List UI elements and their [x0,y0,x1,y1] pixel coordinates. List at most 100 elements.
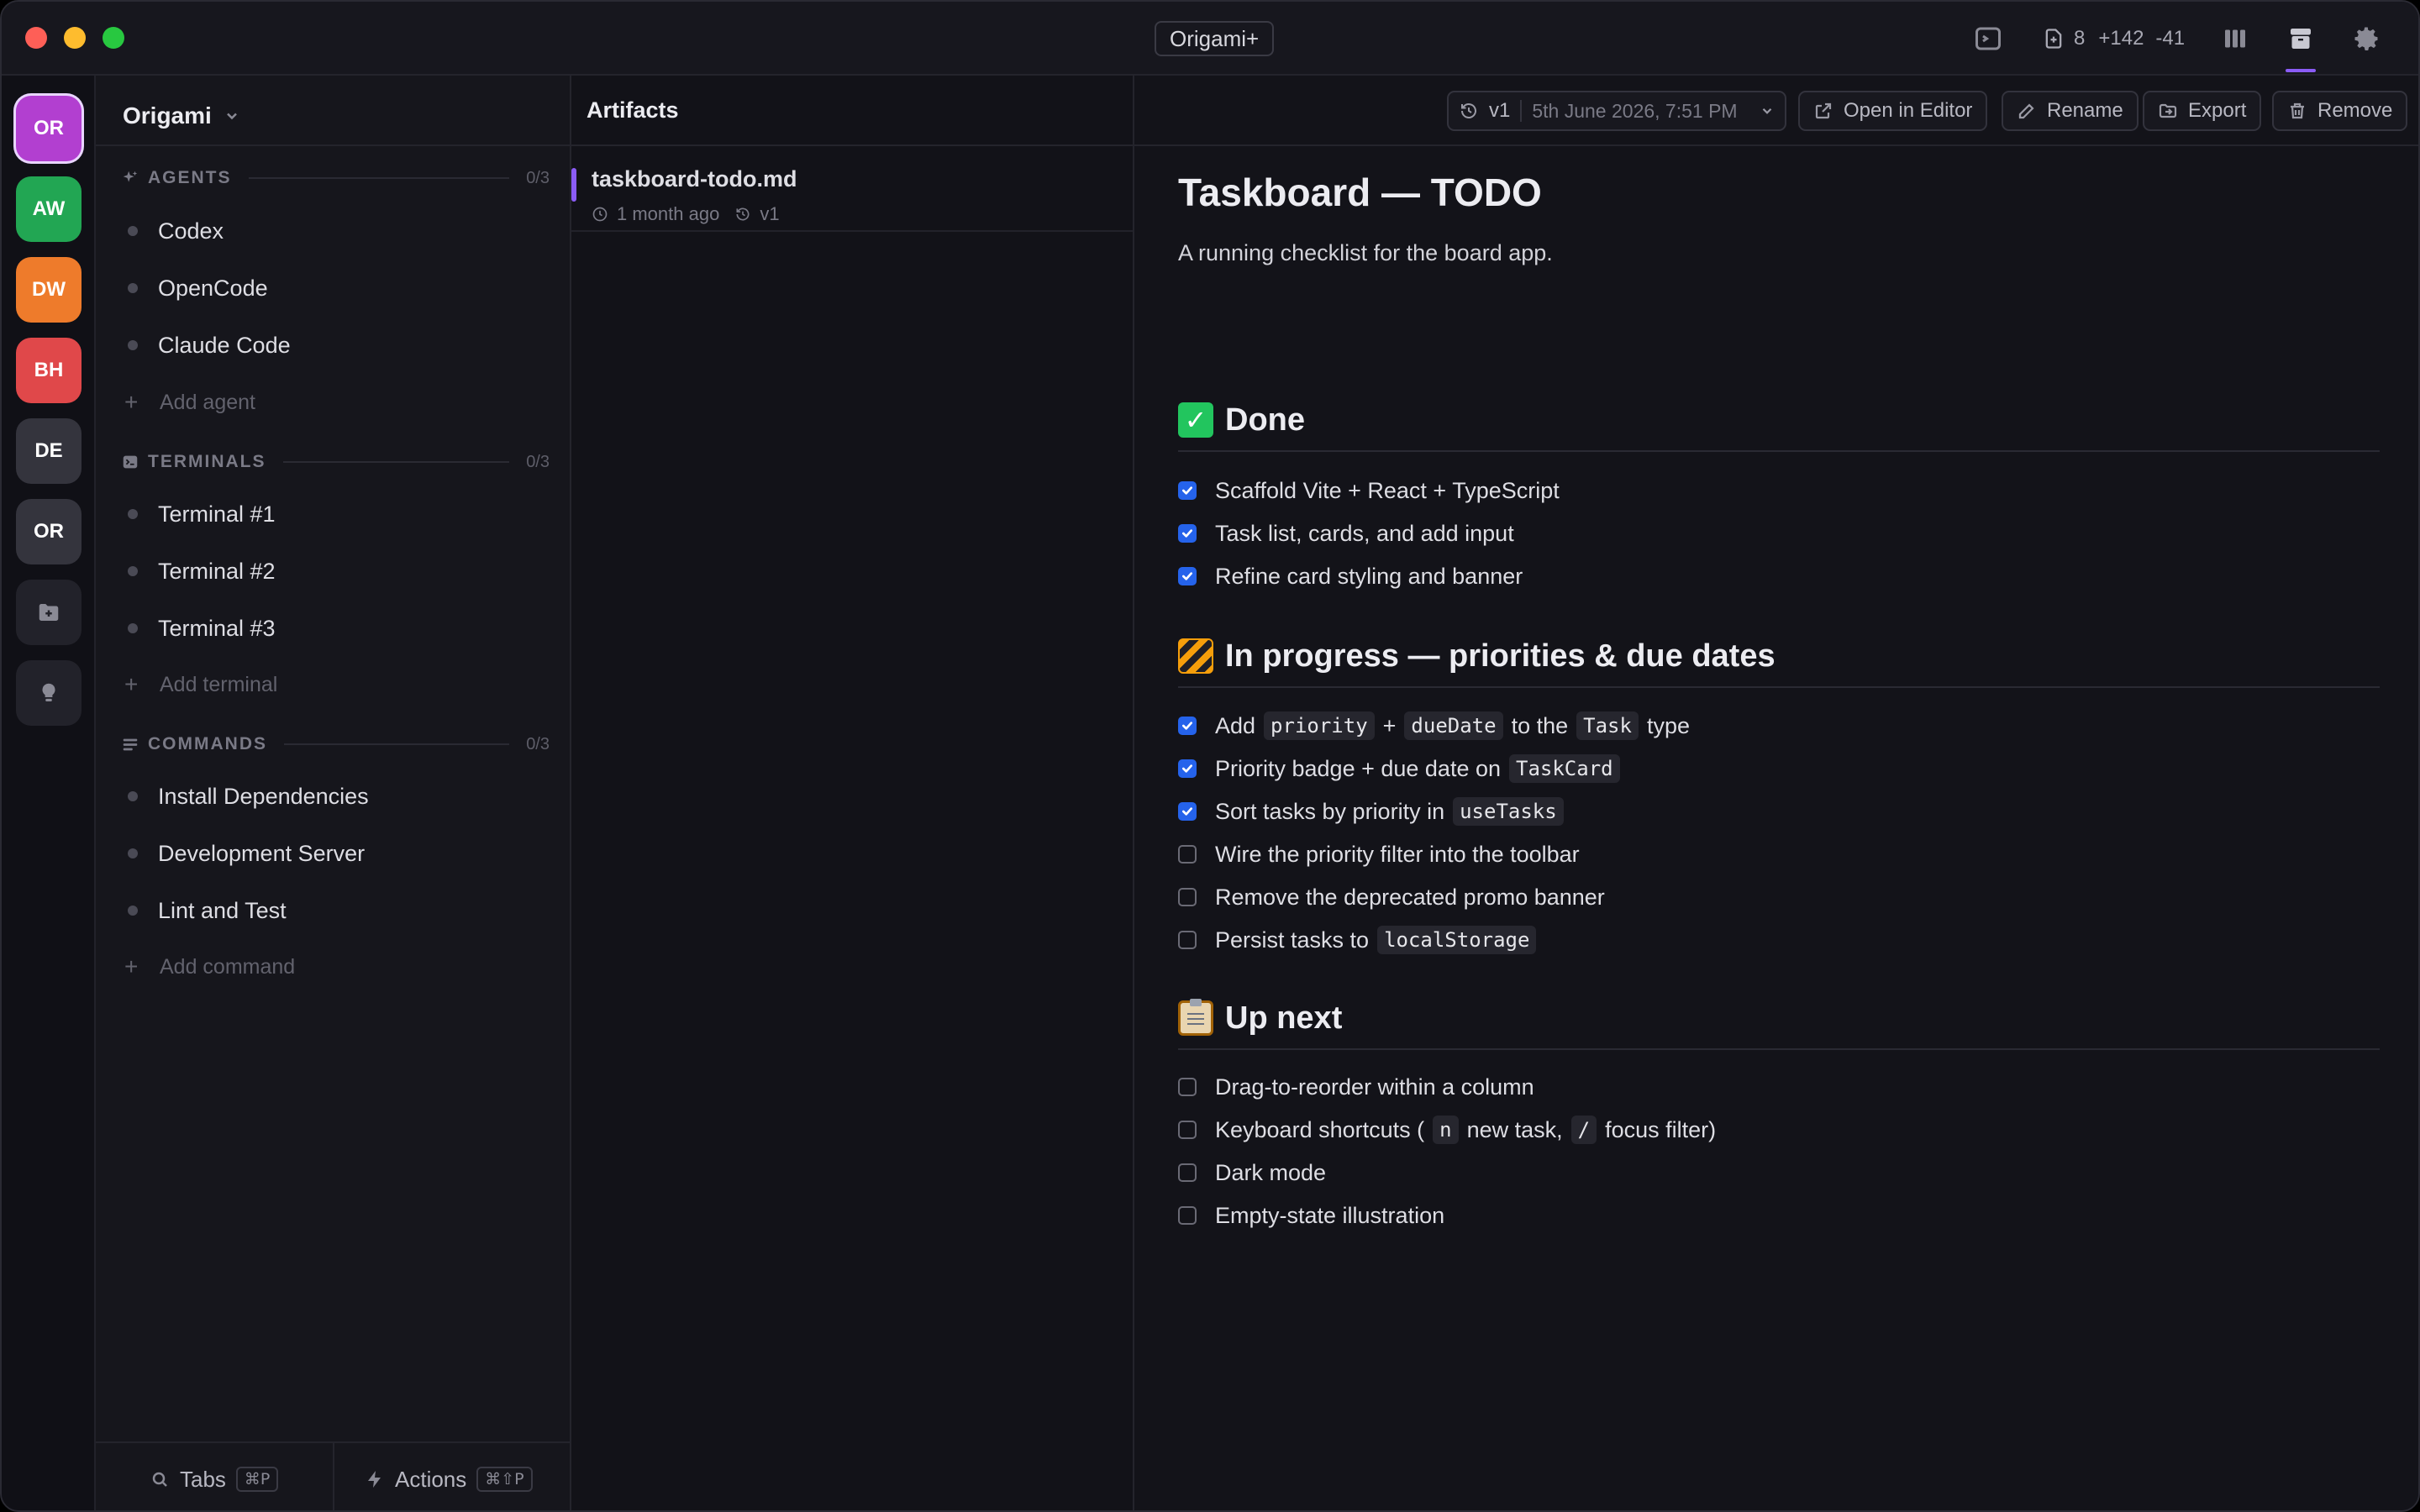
sidebar-item-terminal[interactable]: Terminal #1 [124,493,544,535]
task-text: Sort tasks by priority in [1215,798,1445,824]
status-dot [128,283,138,293]
sidebar-item-command[interactable]: Lint and Test [124,890,544,932]
section-rule [282,461,510,463]
section-title: COMMANDS [148,734,267,753]
close-window-button[interactable] [25,27,47,49]
sidebar-item-agent[interactable]: Codex [124,210,544,252]
status-dot [128,509,138,519]
external-link-icon [1815,102,1832,119]
ideas-button[interactable] [16,660,82,726]
status-dot [128,623,138,633]
inline-code: useTasks [1453,797,1564,826]
task-item: Sort tasks by priority in useTasks [1178,793,1569,830]
tabs-button[interactable]: Tabs ⌘P [150,1463,279,1495]
lightbulb-icon [42,683,55,701]
add-terminal-button[interactable]: + Add terminal [124,666,544,703]
sidebar-item-command[interactable]: Development Server [124,832,544,874]
task-item: Remove the deprecated promo banner [1178,879,1605,916]
chevron-down-icon [226,113,237,120]
divider [333,1443,334,1510]
heading-rule [1178,450,2380,452]
task-text: Dark mode [1215,1159,1327,1185]
inline-code: priority [1264,711,1375,740]
app-window: Origami+ 8 +142 -41 OR AW DW BH DE OR Or… [0,0,2420,1512]
zoom-window-button[interactable] [103,27,124,49]
add-command-button[interactable]: + Add command [124,948,544,985]
task-item: Keyboard shortcuts (n new task, / focus fil… [1178,1111,1716,1148]
folder-export-icon [2159,103,2177,118]
minimize-window-button[interactable] [64,27,86,49]
workspace-avatar[interactable]: AW [16,176,82,242]
inline-code: n [1433,1116,1459,1144]
task-text: type [1646,712,1690,738]
lightning-icon [368,1471,381,1488]
sidebar-item-agent[interactable]: Claude Code [124,324,544,366]
terminal-square-icon [123,455,138,469]
unchecked-checkbox[interactable] [1178,888,1197,906]
workspace-avatar[interactable]: BH [16,338,82,403]
sidebar-item-label: Terminal #1 [158,501,276,527]
open-in-editor-button[interactable]: Open in Editor [1798,91,1988,131]
columns-icon[interactable] [2220,24,2250,54]
diff-files-count: 8 [2074,27,2086,50]
artifacts-icon[interactable] [2286,24,2316,54]
task-text: Scaffold Vite + React + TypeScript [1215,477,1560,503]
sidebar-item-label: OpenCode [158,275,268,301]
check-mark-button-icon: ✓ [1178,402,1213,438]
task-text: new task, [1466,1116,1563,1142]
unchecked-checkbox[interactable] [1178,1206,1197,1225]
pane-title: Artifacts [587,97,679,123]
workspace-rail: OR AW DW BH DE OR [2,76,96,1510]
sidebar-item-label: Development Server [158,840,366,866]
plus-icon: + [124,671,139,697]
export-button[interactable]: Export [2143,91,2262,131]
sidebar-item-label: Install Dependencies [158,783,369,809]
sidebar-item-command[interactable]: Install Dependencies [124,775,544,817]
unchecked-checkbox[interactable] [1178,1121,1197,1139]
task-text: Priority badge + due date on [1215,755,1501,781]
sidebar-item-agent[interactable]: OpenCode [124,267,544,309]
checked-checkbox[interactable] [1178,759,1197,778]
checked-checkbox[interactable] [1178,717,1197,735]
document-pane: v1 5th June 2026, 7:51 PM Open in Editor… [1134,76,2418,1510]
add-agent-label: Add agent [160,390,255,414]
title-bar: Origami+ 8 +142 -41 [2,2,2418,76]
unchecked-checkbox[interactable] [1178,1163,1197,1182]
version-select[interactable]: v1 5th June 2026, 7:51 PM [1447,91,1786,131]
rename-button[interactable]: Rename [2002,91,2139,131]
workspace-avatar[interactable]: OR [16,96,82,161]
checked-checkbox[interactable] [1178,481,1197,500]
section-heading: ✓ Done [1178,396,2380,444]
divider [1520,100,1523,122]
tabs-label: Tabs [180,1466,226,1492]
actions-button[interactable]: Actions ⌘⇧P [365,1463,533,1495]
workspace-avatar[interactable]: DW [16,257,82,323]
checked-checkbox[interactable] [1178,802,1197,821]
add-folder-button[interactable] [16,580,82,645]
unchecked-checkbox[interactable] [1178,1078,1197,1096]
chevron-down-icon [1762,108,1772,114]
workspace-avatar[interactable]: OR [16,499,82,564]
checked-checkbox[interactable] [1178,524,1197,543]
inline-code: dueDate [1404,711,1503,740]
gear-icon[interactable] [2351,24,2381,54]
unchecked-checkbox[interactable] [1178,931,1197,949]
window-title[interactable]: Origami+ [1155,21,1275,56]
sidebar-item-label: Terminal #3 [158,615,276,641]
project-switcher[interactable]: Origami [123,97,240,134]
history-icon [1461,103,1476,118]
checked-checkbox[interactable] [1178,567,1197,585]
terminal-icon[interactable] [1973,24,2003,54]
add-agent-button[interactable]: + Add agent [124,384,544,421]
section-count: 0/3 [526,168,550,187]
remove-button[interactable]: Remove [2272,91,2408,131]
sidebar-item-terminal[interactable]: Terminal #2 [124,550,544,592]
diff-stat[interactable]: 8 +142 -41 [2042,24,2185,54]
sidebar-item-terminal[interactable]: Terminal #3 [124,607,544,649]
task-text: Refine card styling and banner [1215,563,1523,589]
workspace-avatar[interactable]: DE [16,418,82,484]
section-heading: In progress — priorities & due dates [1178,633,2380,680]
document-title: Taskboard — TODO [1178,171,1542,214]
remove-label: Remove [2317,99,2393,122]
unchecked-checkbox[interactable] [1178,845,1197,864]
